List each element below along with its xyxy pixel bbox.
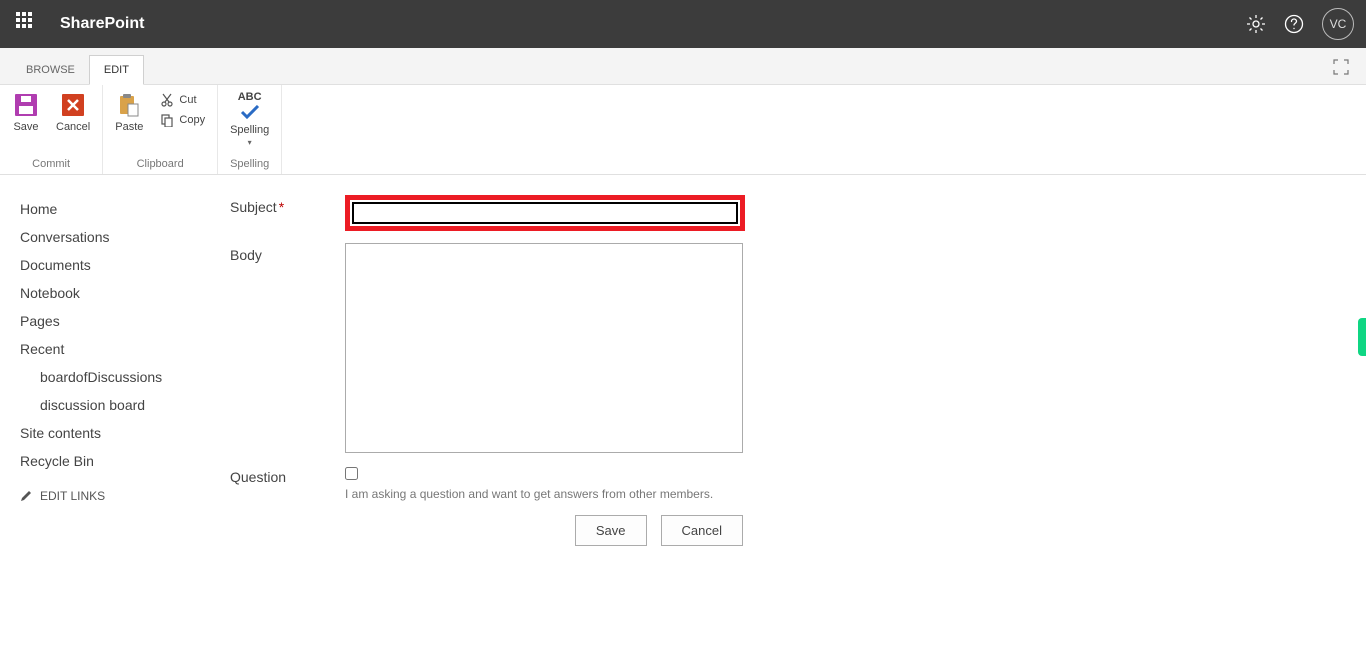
tab-browse[interactable]: BROWSE [12,56,89,84]
form-row-subject: Subject* [230,195,745,231]
avatar[interactable]: VC [1322,8,1354,40]
question-label: Question [230,465,345,501]
nav-documents[interactable]: Documents [20,251,200,279]
nav-recent[interactable]: Recent [20,335,200,363]
nav-notebook[interactable]: Notebook [20,279,200,307]
save-button[interactable]: Save [8,89,44,135]
content: Home Conversations Documents Notebook Pa… [0,175,1366,546]
cancel-icon [59,91,87,119]
nav-conversations[interactable]: Conversations [20,223,200,251]
ribbon-group-commit: Save Cancel Commit [0,85,103,174]
ribbon-group-label-commit: Commit [8,156,94,172]
ribbon: Save Cancel Commit Paste [0,85,1366,175]
cut-icon [159,92,175,108]
top-bar-right: VC [1246,8,1354,40]
nav-discussion-board[interactable]: discussion board [20,391,200,419]
form-row-body: Body [230,243,745,453]
form-row-question: Question I am asking a question and want… [230,465,745,501]
form-cancel-button[interactable]: Cancel [661,515,743,546]
edit-links-button[interactable]: EDIT LINKS [20,475,200,503]
cancel-button[interactable]: Cancel [52,89,94,135]
spelling-button[interactable]: ABC Spelling ▾ [226,89,273,149]
brand-title: SharePoint [60,15,144,33]
nav-site-contents[interactable]: Site contents [20,419,200,447]
left-nav: Home Conversations Documents Notebook Pa… [20,195,210,546]
nav-home[interactable]: Home [20,195,200,223]
form-buttons: Save Cancel [230,515,743,546]
body-label: Body [230,243,345,453]
help-icon[interactable] [1284,14,1304,34]
ribbon-group-spelling: ABC Spelling ▾ Spelling [218,85,282,174]
check-icon [239,105,261,122]
feedback-tab[interactable] [1358,318,1366,356]
abc-label: ABC [238,91,262,103]
top-bar: SharePoint VC [0,0,1366,48]
subject-highlight [345,195,745,231]
tab-row: BROWSE EDIT [0,48,1366,85]
ribbon-group-label-spelling: Spelling [226,156,273,172]
ribbon-group-label-clipboard: Clipboard [111,156,209,172]
pencil-icon [20,490,32,502]
ribbon-group-clipboard: Paste Cut Copy Clipboard [103,85,218,174]
nav-pages[interactable]: Pages [20,307,200,335]
cut-button[interactable]: Cut [155,91,209,109]
gear-icon[interactable] [1246,14,1266,34]
save-icon [12,91,40,119]
body-textarea[interactable] [345,243,743,453]
nav-board-of-discussions[interactable]: boardofDiscussions [20,363,200,391]
nav-recycle-bin[interactable]: Recycle Bin [20,447,200,475]
question-help-text: I am asking a question and want to get a… [345,487,713,501]
tab-edit[interactable]: EDIT [89,55,144,85]
paste-icon [115,91,143,119]
app-launcher-icon[interactable] [16,12,40,36]
question-checkbox[interactable] [345,467,358,480]
chevron-down-icon: ▾ [248,138,252,147]
form-save-button[interactable]: Save [575,515,647,546]
copy-button[interactable]: Copy [155,111,209,129]
form-area: Subject* Body Question I am asking a que… [210,195,745,546]
subject-input[interactable] [352,202,738,224]
copy-icon [159,112,175,128]
paste-button[interactable]: Paste [111,89,147,135]
focus-content-icon[interactable] [1332,58,1350,79]
subject-label: Subject* [230,195,345,231]
